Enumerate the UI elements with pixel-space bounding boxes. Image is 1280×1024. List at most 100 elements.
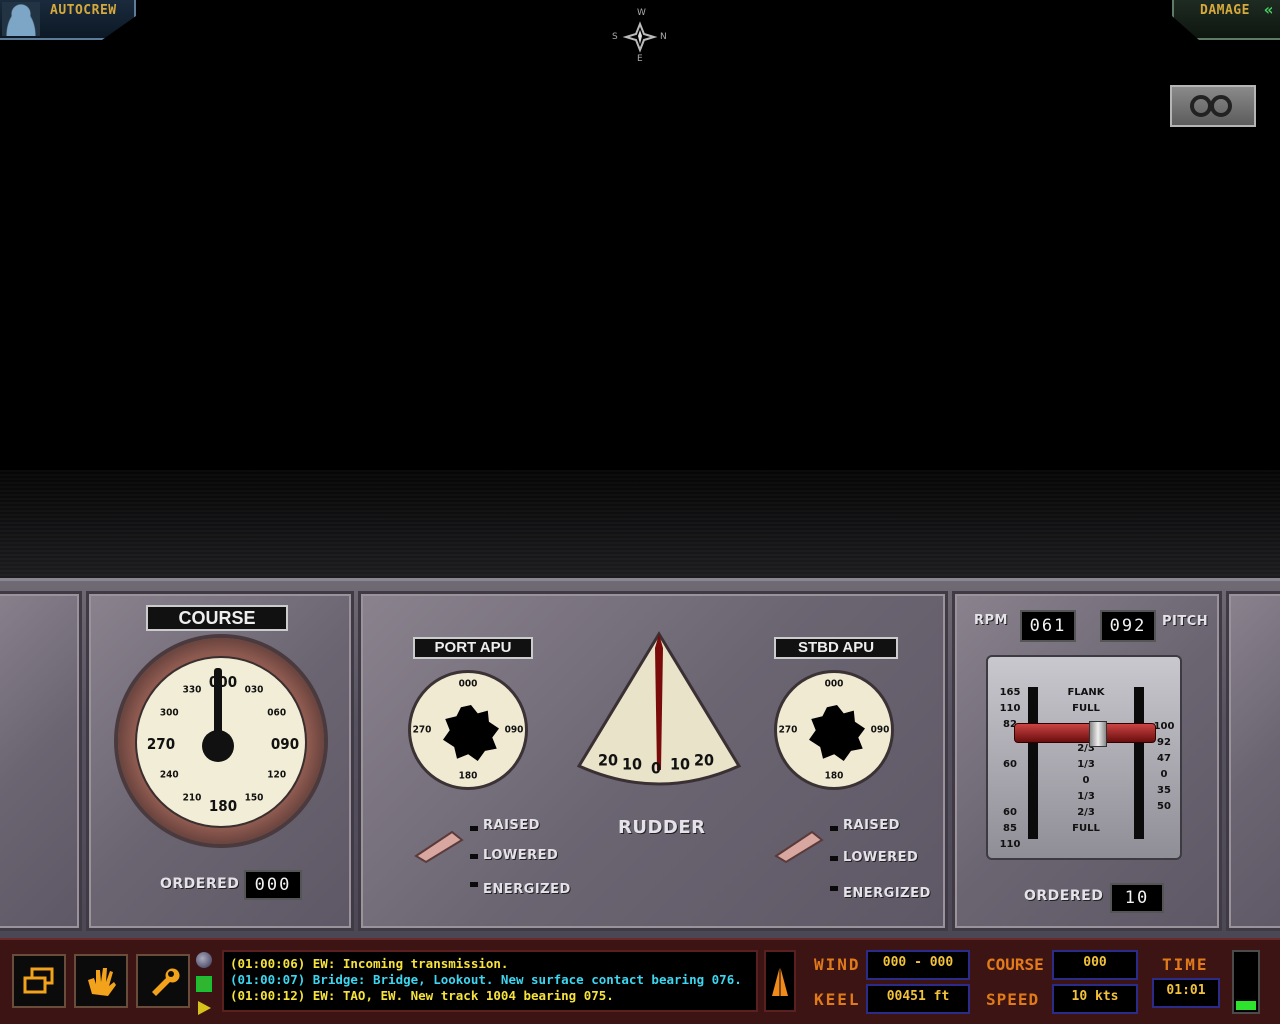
course-title-plate: COURSE — [146, 605, 288, 631]
log-line: (01:00:07) Bridge: Bridge, Lookout. New … — [230, 972, 742, 987]
port-raised-led — [470, 826, 478, 831]
eot-handle-grip — [1089, 721, 1107, 747]
course-dial-number: 300 — [159, 707, 179, 719]
rudder-scale-tick: 20 — [597, 750, 619, 770]
course-needle — [214, 668, 222, 738]
eot-stbd-scale: 47 — [1157, 753, 1171, 764]
stbd-lowered-led — [830, 856, 838, 861]
binoculars-icon — [1190, 95, 1212, 117]
eot-stbd-scale: 92 — [1157, 737, 1171, 748]
compass-e: E — [637, 54, 643, 64]
port-energized-label: ENERGIZED — [483, 882, 571, 897]
eot-stbd-scale: 0 — [1160, 769, 1168, 780]
speed-label: SPEED — [986, 990, 1040, 1009]
eot-order-label: 2/3 — [1077, 807, 1095, 818]
eot-order-label: 1/3 — [1077, 759, 1095, 770]
speed-value: 10 kts — [1052, 984, 1138, 1014]
status-orb-icon[interactable] — [196, 952, 212, 968]
log-line: (01:00:12) EW: TAO, EW. New track 1004 b… — [230, 988, 614, 1003]
time-compression-fill — [1236, 1001, 1256, 1010]
eot-order-label: FULL — [1072, 703, 1100, 714]
course-needle-hub — [202, 730, 234, 762]
stbd-raised-label: RAISED — [843, 818, 900, 833]
eot-stbd-scale: 50 — [1157, 801, 1171, 812]
message-log[interactable]: (01:00:06) EW: Incoming transmission. (01… — [222, 950, 758, 1012]
engine-ordered-label: ORDERED — [1024, 888, 1104, 904]
port-apu-indicator — [443, 705, 499, 761]
engine-ordered-display[interactable]: 10 — [1110, 883, 1164, 913]
eot-port-scale: 110 — [999, 839, 1021, 850]
eot-stbd-scale: 100 — [1153, 721, 1175, 732]
port-apu-dial-number: 180 — [458, 770, 478, 782]
wind-value: 000 - 000 — [866, 950, 970, 980]
course-dial-number: 090 — [270, 735, 300, 753]
eot-port-scale: 60 — [1003, 759, 1017, 770]
eot-order-label: 1/3 — [1077, 791, 1095, 802]
course-dial-number: 030 — [244, 684, 264, 696]
rudder-scale-tick: 10 — [621, 754, 643, 774]
port-apu-lever[interactable] — [412, 826, 466, 864]
time-label: TIME — [1162, 955, 1209, 974]
course-dial-number: 060 — [267, 707, 287, 719]
stbd-apu-indicator — [809, 705, 865, 761]
rpm-label: RPM — [974, 613, 1008, 628]
alarm-button[interactable] — [74, 954, 128, 1008]
pitch-label: PITCH — [1162, 614, 1209, 629]
course-dial-number: 180 — [208, 797, 238, 815]
rudder-label: RUDDER — [618, 817, 706, 838]
right-edge-panel — [1226, 591, 1280, 931]
compass-icon: W N E S — [610, 8, 670, 66]
engine-order-telegraph[interactable]: FLANK FULL 2/3 1/3 0 1/3 2/3 FULL 165 110 82 60 60 85… — [986, 655, 1182, 860]
eot-order-label: 0 — [1082, 775, 1090, 786]
binoculars-button[interactable] — [1170, 85, 1256, 127]
stbd-lowered-label: LOWERED — [843, 850, 919, 865]
double-chevron-left-icon: « — [1263, 0, 1274, 19]
rpm-display: 061 — [1020, 610, 1076, 642]
port-raised-label: RAISED — [483, 818, 540, 833]
repair-button[interactable] — [136, 954, 190, 1008]
keel-label: KEEL — [814, 990, 861, 1009]
eot-port-track — [1028, 687, 1038, 839]
port-apu-dial-number: 270 — [412, 724, 432, 736]
stbd-raised-led — [830, 826, 838, 831]
course-dial-number: 240 — [159, 769, 179, 781]
course-nav-label: COURSE — [986, 955, 1044, 974]
stbd-apu-lever[interactable] — [772, 826, 826, 864]
rudder-scale-tick: 20 — [693, 750, 715, 770]
left-edge-panel — [0, 591, 82, 931]
port-lowered-label: LOWERED — [483, 848, 559, 863]
status-square-icon[interactable] — [196, 976, 212, 992]
port-apu-gauge: 000 090 180 270 — [408, 670, 528, 790]
eot-stbd-scale: 35 — [1157, 785, 1171, 796]
eot-stbd-track — [1134, 687, 1144, 839]
play-icon[interactable] — [196, 1000, 212, 1016]
stbd-energized-label: ENERGIZED — [843, 886, 931, 901]
compass-s: S — [612, 32, 618, 42]
eot-handle[interactable] — [1014, 721, 1156, 747]
course-ordered-label: ORDERED — [160, 876, 240, 892]
stbd-apu-gauge: 000 090 180 270 — [774, 670, 894, 790]
rudder-scale-tick: 10 — [669, 754, 691, 774]
rudder-scale-tick: 0 — [650, 758, 662, 778]
eot-port-scale: 60 — [1003, 807, 1017, 818]
time-compression-bar[interactable] — [1232, 950, 1260, 1014]
port-energized-led — [470, 882, 478, 887]
hand-alert-icon — [76, 956, 126, 1006]
course-dial-number: 210 — [182, 792, 202, 804]
keel-value: 00451 ft — [866, 984, 970, 1014]
stbd-apu-dial-number: 270 — [778, 724, 798, 736]
time-value: 01:01 — [1152, 978, 1220, 1008]
course-dial-number: 270 — [146, 735, 176, 753]
course-title: COURSE — [178, 608, 256, 628]
log-line: (01:00:06) EW: Incoming transmission. — [230, 956, 509, 971]
crew-avatar-icon — [2, 2, 40, 36]
windows-button[interactable] — [12, 954, 66, 1008]
bearing-indicator — [764, 950, 796, 1012]
autocrew-label: AUTOCREW — [50, 3, 117, 18]
course-ordered-display[interactable]: 000 — [244, 870, 302, 900]
stbd-energized-led — [830, 886, 838, 891]
course-dial-number: 330 — [182, 684, 202, 696]
stbd-apu-title: STBD APU — [797, 639, 875, 656]
compass-n: N — [660, 32, 667, 42]
port-apu-plate: PORT APU — [413, 637, 533, 659]
